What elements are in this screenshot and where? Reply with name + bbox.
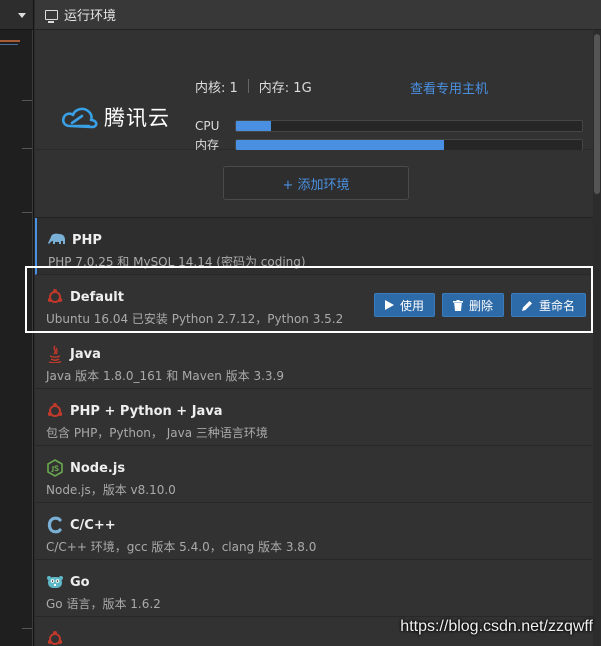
usage-bar-fill [236,121,271,131]
env-item-java[interactable]: Java Java 版本 1.8.0_161 和 Maven 版本 3.3.9 [35,332,601,389]
env-description: Go 语言，版本 1.6.2 [46,597,161,611]
code-minimap-mark [0,40,20,42]
machine-specs: 内核: 1 内存: 1G [195,77,312,96]
code-minimap-rule [22,212,32,213]
delete-button-label: 删除 [468,298,493,313]
ubuntu-icon [46,630,64,646]
gopher-icon [46,573,64,591]
delete-button[interactable]: 删除 [441,293,504,317]
env-item-c-cpp[interactable]: C/C++ C/C++ 环境，gcc 版本 5.4.0，clang 版本 3.8… [35,503,601,560]
view-dedicated-host-link[interactable]: 查看专用主机 [410,78,488,97]
code-minimap-mark [0,44,18,45]
code-minimap-rule [22,148,32,149]
env-item-php-python-java[interactable]: PHP + Python + Java 包含 PHP，Python， Java … [35,389,601,446]
env-title: Default [70,289,124,305]
trash-icon [452,299,463,311]
monitor-icon [45,9,58,23]
scrollbar[interactable] [593,30,601,646]
env-description: Node.js，版本 v8.10.0 [46,483,176,497]
env-description: 包含 PHP，Python， Java 三种语言环境 [46,426,268,440]
rename-button[interactable]: 重命名 [510,293,586,317]
cloud-icon [61,107,98,129]
play-icon [384,300,394,310]
chevron-down-icon[interactable] [18,13,26,18]
ubuntu-icon [46,402,64,420]
memory-size: 内存: 1G [258,81,312,96]
c-icon [46,516,64,534]
env-item-nodejs[interactable]: Node.js Node.js，版本 v8.10.0 [35,446,601,503]
panel-title: 运行环境 [64,9,117,24]
env-title: C/C++ [70,517,116,533]
code-minimap-rule [22,100,32,101]
divider [32,30,33,646]
panel-header: 运行环境 [35,0,601,30]
env-title: Java [70,346,101,362]
cpu-cores: 内核: 1 [195,81,238,96]
code-minimap-rule [22,628,32,629]
java-icon [46,345,64,363]
env-item-go[interactable]: Go Go 语言，版本 1.6.2 [35,560,601,617]
add-environment-button[interactable]: + 添加环境 [223,166,409,200]
ubuntu-icon [46,288,64,306]
env-item-default[interactable]: Default Ubuntu 16.04 已安装 Python 2.7.12，P… [35,275,601,332]
env-description: PHP 7.0.25 和 MySQL 14.14 (密码为 coding) [48,255,306,269]
env-description: C/C++ 环境，gcc 版本 5.4.0，clang 版本 3.8.0 [46,540,317,554]
divider [247,79,249,93]
use-button[interactable]: 使用 [373,293,435,317]
use-button-label: 使用 [399,298,424,313]
environment-list: PHP PHP 7.0.25 和 MySQL 14.14 (密码为 coding… [35,218,601,646]
resource-cpu: CPU [195,119,583,133]
usage-bar [235,138,583,151]
rename-button-label: 重命名 [538,298,575,313]
nodejs-icon [46,459,64,477]
add-environment-section: + 添加环境 [35,150,601,218]
env-item-php[interactable]: PHP PHP 7.0.25 和 MySQL 14.14 (密码为 coding… [35,218,601,275]
pencil-icon [521,300,533,311]
watermark: https://blog.csdn.net/zzqwff [400,618,593,635]
usage-bar-fill [236,139,444,150]
provider-logo: 腾讯云 [60,102,170,132]
env-title: Go [70,574,90,590]
env-title: PHP + Python + Java [70,403,223,419]
elephant-icon [48,231,66,249]
env-description: Java 版本 1.8.0_161 和 Maven 版本 3.3.9 [46,369,285,383]
machine-info: 腾讯云 内核: 1 内存: 1G 查看专用主机 CPU 内存 硬盘 [35,30,601,168]
left-sidebar-header [0,0,33,30]
scrollbar-thumb[interactable] [594,34,600,194]
env-description: Ubuntu 16.04 已安装 Python 2.7.12，Python 3.… [46,312,344,326]
runtime-panel: 运行环境 腾讯云 内核: 1 内存: 1G 查看专用主机 CPU 内存 硬盘 [35,0,601,646]
resource-label: CPU [195,119,220,133]
env-actions: 使用 删除 重命名 [373,293,586,317]
left-sidebar [0,0,34,646]
usage-bar [235,120,583,132]
env-title: Node.js [70,460,126,476]
provider-name: 腾讯云 [104,106,170,130]
env-title: PHP [72,232,102,248]
